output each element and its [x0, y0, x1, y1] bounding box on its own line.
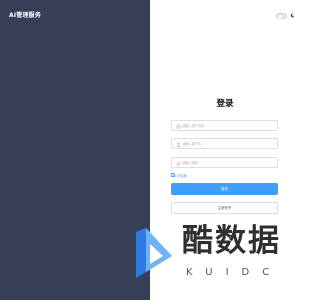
- watermark-subtitle: KUIDC: [186, 267, 283, 278]
- account-field[interactable]: [171, 138, 278, 149]
- username-input[interactable]: [182, 121, 276, 131]
- moon-icon: [290, 13, 295, 18]
- toggle-knob: [277, 14, 282, 19]
- password-field[interactable]: [171, 157, 278, 168]
- login-button[interactable]: 登录: [171, 183, 278, 195]
- remember-checkbox[interactable]: [171, 173, 175, 177]
- user-circle-icon: [176, 123, 181, 129]
- watermark-logo: [136, 228, 172, 278]
- brand-title: AI管理服务: [9, 12, 42, 19]
- login-page: AI管理服务 登录 请输入用户名称 请输入用户名 记住我 登录 注册账号 酷数据…: [0, 0, 300, 300]
- theme-toggle[interactable]: [276, 13, 287, 19]
- watermark: 酷数据 KUIDC: [130, 222, 290, 292]
- user-icon: [176, 142, 181, 147]
- login-title: 登录: [216, 99, 234, 109]
- remember-me[interactable]: 记住我: [171, 172, 187, 178]
- brand-panel: AI管理服务: [0, 0, 150, 300]
- register-button[interactable]: 注册账号: [171, 202, 278, 214]
- watermark-title: 酷数据: [182, 223, 281, 259]
- password-input[interactable]: [182, 158, 276, 168]
- lock-icon: [176, 161, 181, 166]
- username-field[interactable]: [171, 120, 278, 131]
- account-input[interactable]: [182, 139, 276, 149]
- remember-label: 记住我: [177, 173, 187, 178]
